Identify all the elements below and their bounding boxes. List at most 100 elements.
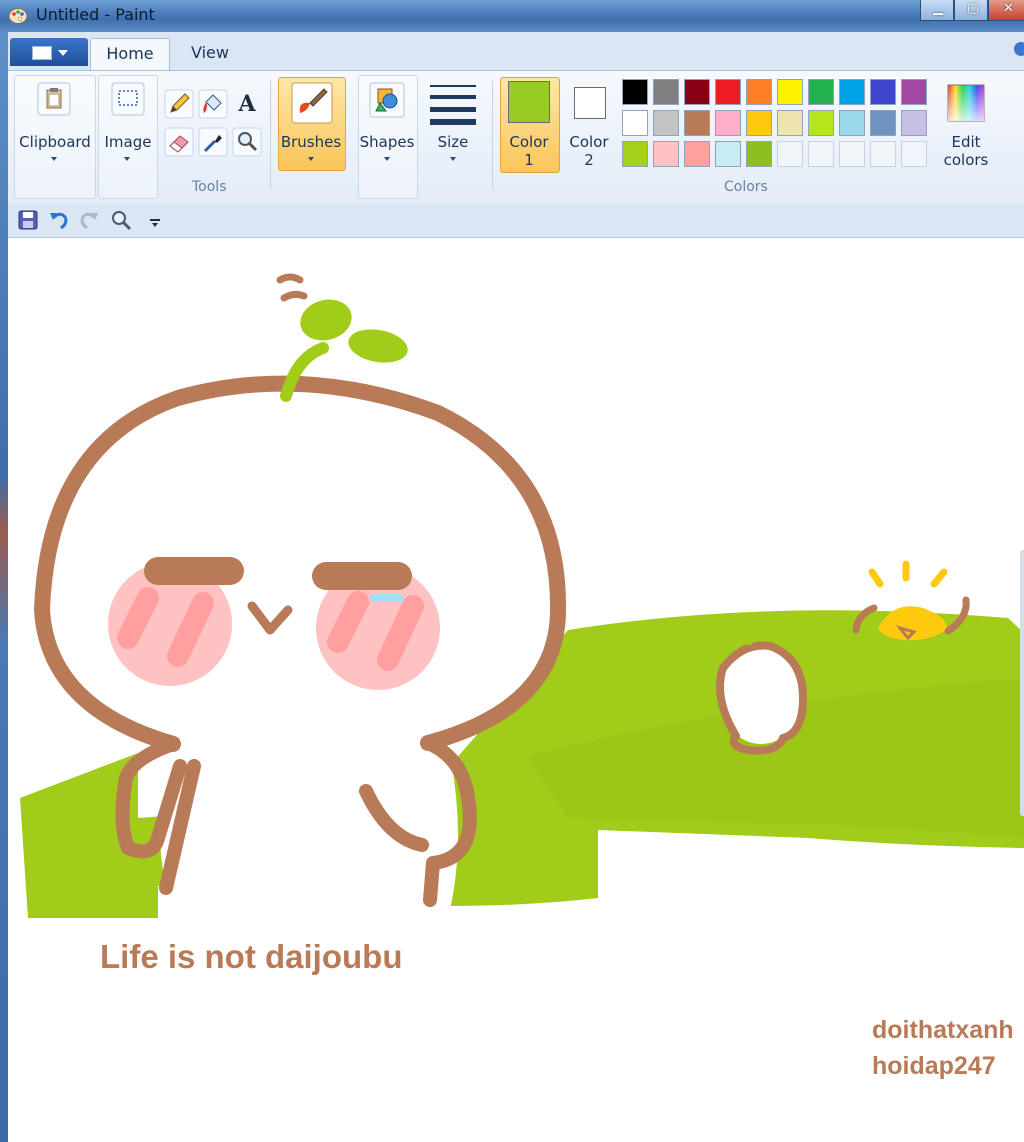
help-icon[interactable] xyxy=(1014,42,1024,56)
palette-swatch[interactable] xyxy=(901,79,927,105)
palette-swatch[interactable] xyxy=(684,141,710,167)
clipboard-label: Clipboard xyxy=(19,133,91,151)
palette-empty-slot[interactable] xyxy=(777,141,803,167)
brush-icon xyxy=(291,82,333,124)
palette-empty-slot[interactable] xyxy=(870,141,896,167)
image-label: Image xyxy=(104,133,152,151)
size-label: Size xyxy=(437,133,469,151)
color1-label: Color xyxy=(509,133,549,151)
edit-colors-icon[interactable] xyxy=(944,81,988,125)
undo-icon[interactable] xyxy=(48,209,70,231)
palette-swatch[interactable] xyxy=(808,110,834,136)
palette-swatch[interactable] xyxy=(653,110,679,136)
minimize-icon: ▁ xyxy=(933,1,943,16)
palette-swatch[interactable] xyxy=(653,141,679,167)
image-select-button[interactable] xyxy=(110,81,146,117)
chevron-down-icon xyxy=(58,50,68,56)
color2-label: Color xyxy=(569,133,609,151)
canvas-drawing xyxy=(20,273,1024,918)
palette-swatch[interactable] xyxy=(746,79,772,105)
shine-line-1 xyxy=(868,568,884,588)
color2-swatch[interactable] xyxy=(574,87,606,119)
paint-menu-icon xyxy=(32,46,52,60)
edit-colors-label: Edit xyxy=(951,133,981,151)
watermark-line2: hoidap247 xyxy=(872,1052,996,1080)
paint-menu-button[interactable] xyxy=(10,38,88,66)
palette-swatch[interactable] xyxy=(839,110,865,136)
palette-swatch[interactable] xyxy=(715,79,741,105)
shapes-label: Shapes xyxy=(359,133,415,151)
maximize-button[interactable]: ▢ xyxy=(954,0,988,21)
redo-icon[interactable] xyxy=(78,209,100,231)
line-size-icon[interactable] xyxy=(428,81,478,125)
pencil-icon[interactable] xyxy=(164,89,194,119)
clipboard-icon xyxy=(37,82,71,116)
palette-swatch[interactable] xyxy=(777,110,803,136)
save-icon[interactable] xyxy=(18,210,38,230)
palette-swatch[interactable] xyxy=(622,79,648,105)
clipboard-button[interactable] xyxy=(36,81,72,117)
shapes-icon[interactable] xyxy=(368,81,406,119)
desktop-background-strip xyxy=(0,32,8,1142)
palette-empty-slot[interactable] xyxy=(808,141,834,167)
color2-sub-label: 2 xyxy=(584,151,594,169)
small-sprout-leaf xyxy=(744,626,760,636)
palette-swatch[interactable] xyxy=(622,110,648,136)
close-icon: ✕ xyxy=(1003,1,1014,16)
clipboard-dropdown-icon xyxy=(51,157,57,161)
palette-swatch[interactable] xyxy=(839,79,865,105)
fill-bucket-icon[interactable] xyxy=(198,89,228,119)
zoom-icon[interactable] xyxy=(110,209,132,231)
palette-swatch[interactable] xyxy=(901,110,927,136)
palette-empty-slot[interactable] xyxy=(839,141,865,167)
sweat-mark-1 xyxy=(276,273,304,284)
brushes-label: Brushes xyxy=(280,133,342,151)
palette-swatch[interactable] xyxy=(870,110,896,136)
palette-swatch[interactable] xyxy=(746,110,772,136)
size-dropdown-icon xyxy=(450,157,456,161)
brushes-dropdown-icon xyxy=(308,157,314,161)
ribbon-home: Clipboard Image A Tools Brushes Shapes S… xyxy=(8,70,1024,204)
palette-swatch[interactable] xyxy=(777,79,803,105)
palette-swatch[interactable] xyxy=(715,141,741,167)
magnifier-icon[interactable] xyxy=(232,127,262,157)
window-controls: ▁ ▢ ✕ xyxy=(920,0,1024,22)
window-title: Untitled - Paint xyxy=(36,5,155,24)
selection-icon xyxy=(111,82,145,116)
eraser-icon[interactable] xyxy=(164,127,194,157)
palette-swatch[interactable] xyxy=(684,79,710,105)
drawing-canvas[interactable]: Life is not daijoubu doithatxanh hoidap2… xyxy=(8,238,1024,1142)
customize-dropdown-icon[interactable] xyxy=(152,223,158,227)
palette-swatch[interactable] xyxy=(808,79,834,105)
ribbon-separator xyxy=(270,81,271,189)
paint-window: Untitled - Paint ▁ ▢ ✕ Home View Clipboa… xyxy=(0,0,1024,1142)
tab-view[interactable]: View xyxy=(178,38,242,70)
customize-toolbar-icon[interactable] xyxy=(150,219,160,221)
vertical-scrollbar[interactable] xyxy=(1020,550,1024,816)
watermark-line1: doithatxanh xyxy=(872,1016,1014,1044)
image-dropdown-icon xyxy=(124,157,130,161)
close-button[interactable]: ✕ xyxy=(988,0,1024,21)
sprout-leaf-left xyxy=(300,299,352,341)
sweat-mark-2 xyxy=(280,290,308,302)
palette-swatch[interactable] xyxy=(653,79,679,105)
shine-line-3 xyxy=(930,568,948,588)
palette-swatch[interactable] xyxy=(684,110,710,136)
maximize-icon: ▢ xyxy=(967,1,980,16)
paint-palette-icon xyxy=(8,8,28,24)
palette-swatch[interactable] xyxy=(870,79,896,105)
minimize-button[interactable]: ▁ xyxy=(920,0,954,21)
text-tool-icon[interactable]: A xyxy=(232,89,262,119)
palette-swatch[interactable] xyxy=(746,141,772,167)
color1-swatch xyxy=(508,81,550,123)
color-picker-icon[interactable] xyxy=(198,127,228,157)
tools-group-label: Tools xyxy=(192,179,227,195)
color1-sub-label: 1 xyxy=(524,151,534,169)
tab-home[interactable]: Home xyxy=(90,38,170,71)
palette-swatch[interactable] xyxy=(622,141,648,167)
palette-swatch[interactable] xyxy=(715,110,741,136)
palette-empty-slot[interactable] xyxy=(901,141,927,167)
colors-group-label: Colors xyxy=(724,179,768,195)
edit-colors-sub-label: colors xyxy=(943,151,989,169)
shapes-dropdown-icon xyxy=(384,157,390,161)
